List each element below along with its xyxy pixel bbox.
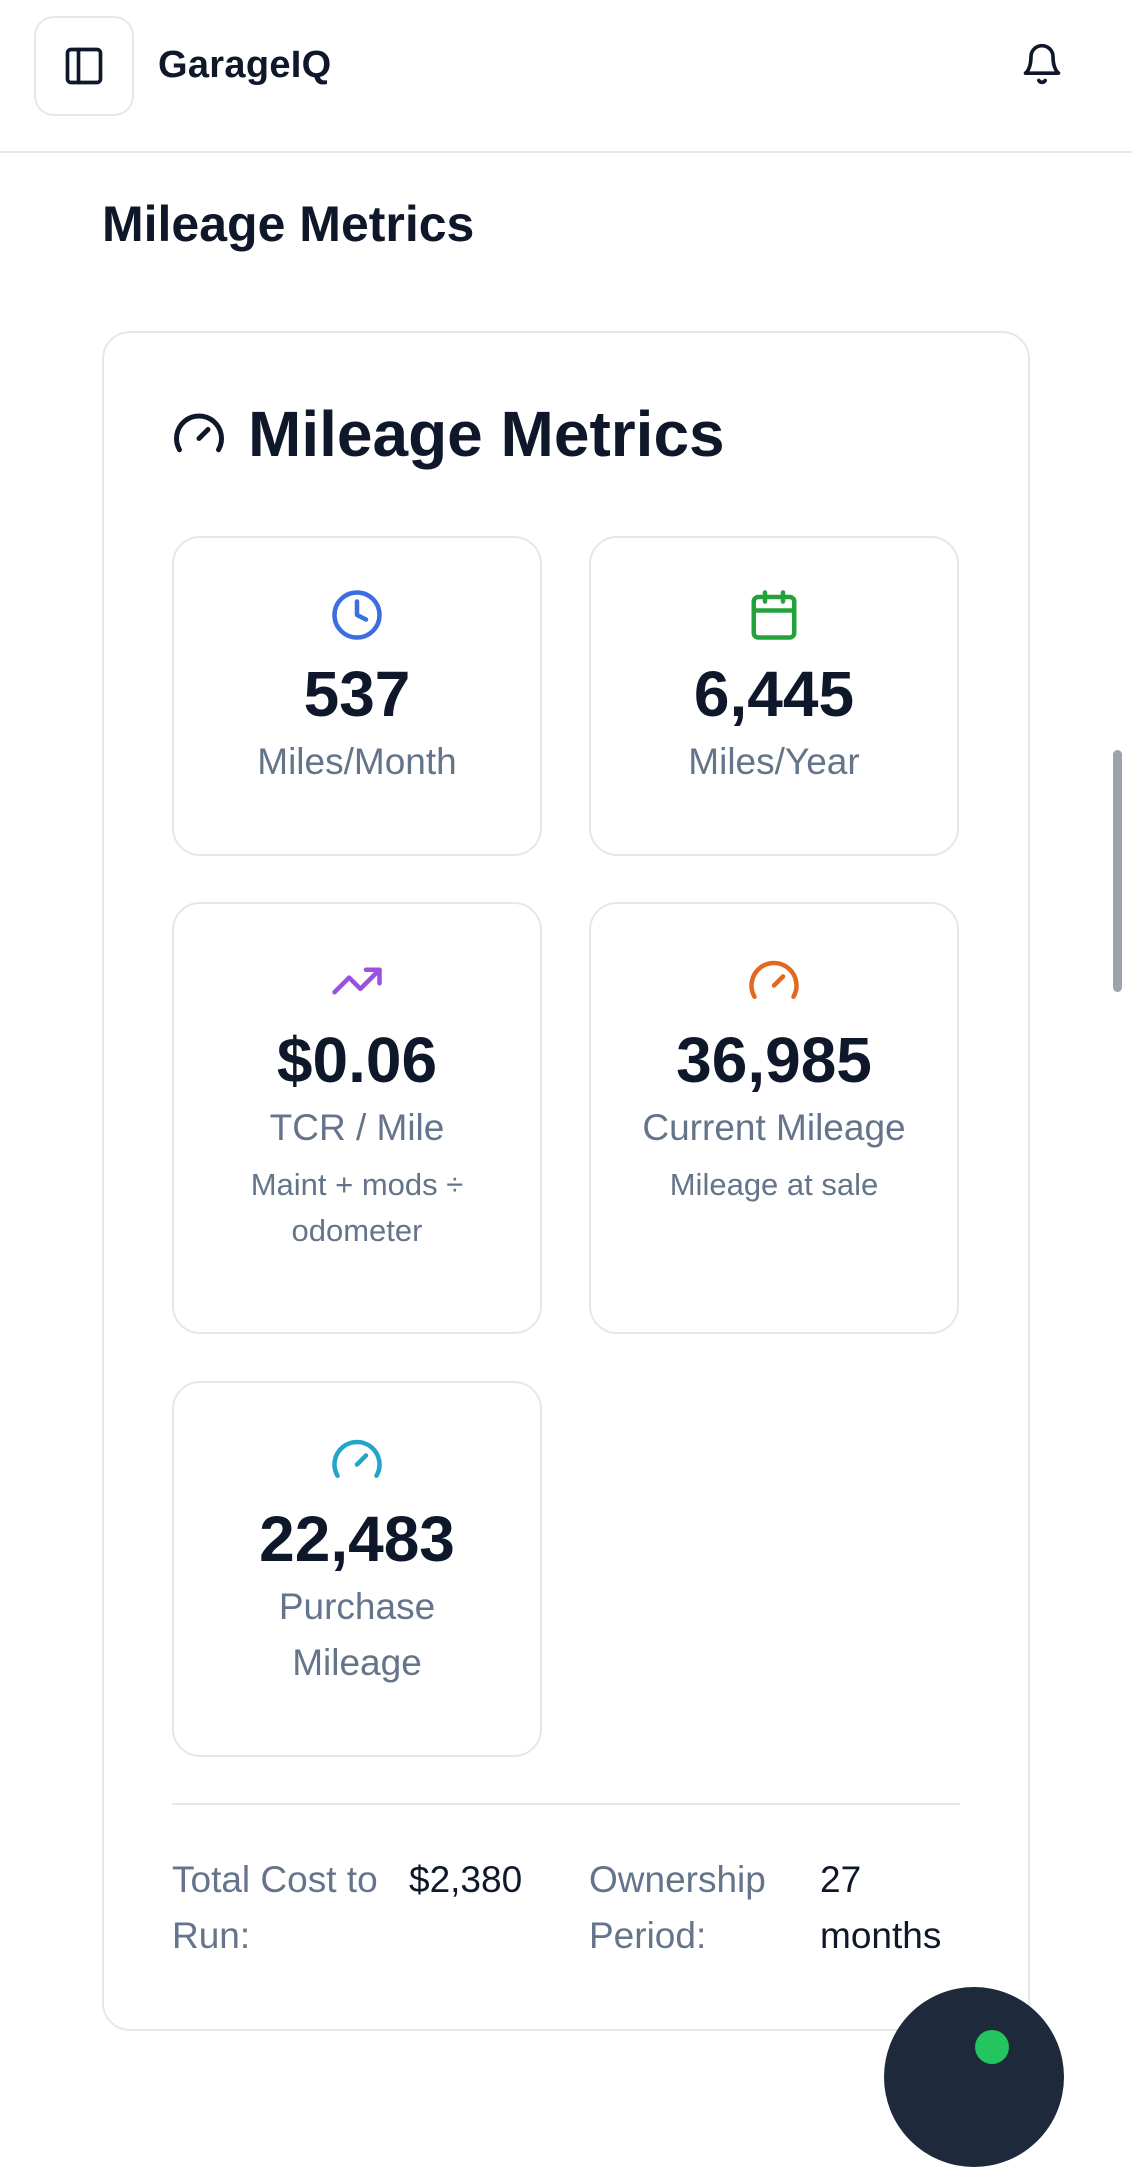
card-header: Mileage Metrics xyxy=(172,398,725,470)
metric-tile-miles-year: 6,445 Miles/Year xyxy=(589,536,959,856)
metric-note: Mileage at sale xyxy=(669,1167,879,1202)
floating-action-button[interactable] xyxy=(884,1987,1064,2167)
sidebar-toggle-button[interactable] xyxy=(34,16,134,116)
metric-note: Maint + mods ÷ odometer xyxy=(250,1167,464,1248)
total-cost-value: $2,380 xyxy=(409,1859,523,1900)
trending-up-icon xyxy=(332,967,382,995)
status-dot-icon xyxy=(975,2030,1009,2064)
sidebar-panel-icon xyxy=(65,47,103,85)
summary-divider xyxy=(172,1803,960,1805)
calendar-icon xyxy=(751,590,797,640)
gauge-icon xyxy=(332,1439,382,1478)
metric-value: $0.06 xyxy=(276,1024,438,1096)
metric-value: 22,483 xyxy=(259,1503,455,1575)
metric-value: 537 xyxy=(303,658,411,730)
scrollbar-thumb[interactable] xyxy=(1113,750,1122,992)
ownership-period-value: 27 months xyxy=(820,1859,942,1956)
ownership-period-label: Ownership Period: xyxy=(589,1859,766,1956)
gauge-icon xyxy=(174,413,224,453)
metric-value: 6,445 xyxy=(693,658,855,730)
metric-tile-miles-month: 537 Miles/Month xyxy=(172,536,542,856)
metric-label: Miles/Year xyxy=(688,741,860,782)
metric-value: 36,985 xyxy=(676,1024,872,1096)
metric-label: Miles/Month xyxy=(257,741,457,782)
metric-label: Current Mileage xyxy=(642,1107,906,1148)
metric-label: TCR / Mile xyxy=(269,1107,445,1148)
clock-icon xyxy=(332,590,382,640)
metric-tile-current-mileage: 36,985 Current Mileage Mileage at sale xyxy=(589,902,959,1334)
page-title: Mileage Metrics xyxy=(102,196,475,252)
gauge-icon xyxy=(749,960,799,999)
app-title: GarageIQ xyxy=(158,44,332,86)
metric-label: Purchase Mileage xyxy=(278,1586,436,1683)
app-header: GarageIQ xyxy=(0,0,1132,153)
metric-tile-purchase-mileage: 22,483 Purchase Mileage xyxy=(172,1381,542,1757)
bell-icon xyxy=(1023,43,1061,85)
metric-tile-tcr-mile: $0.06 TCR / Mile Maint + mods ÷ odometer xyxy=(172,902,542,1334)
card-title: Mileage Metrics xyxy=(248,398,725,470)
notifications-button[interactable] xyxy=(1018,40,1066,88)
total-cost-label: Total Cost to Run: xyxy=(172,1859,378,1956)
